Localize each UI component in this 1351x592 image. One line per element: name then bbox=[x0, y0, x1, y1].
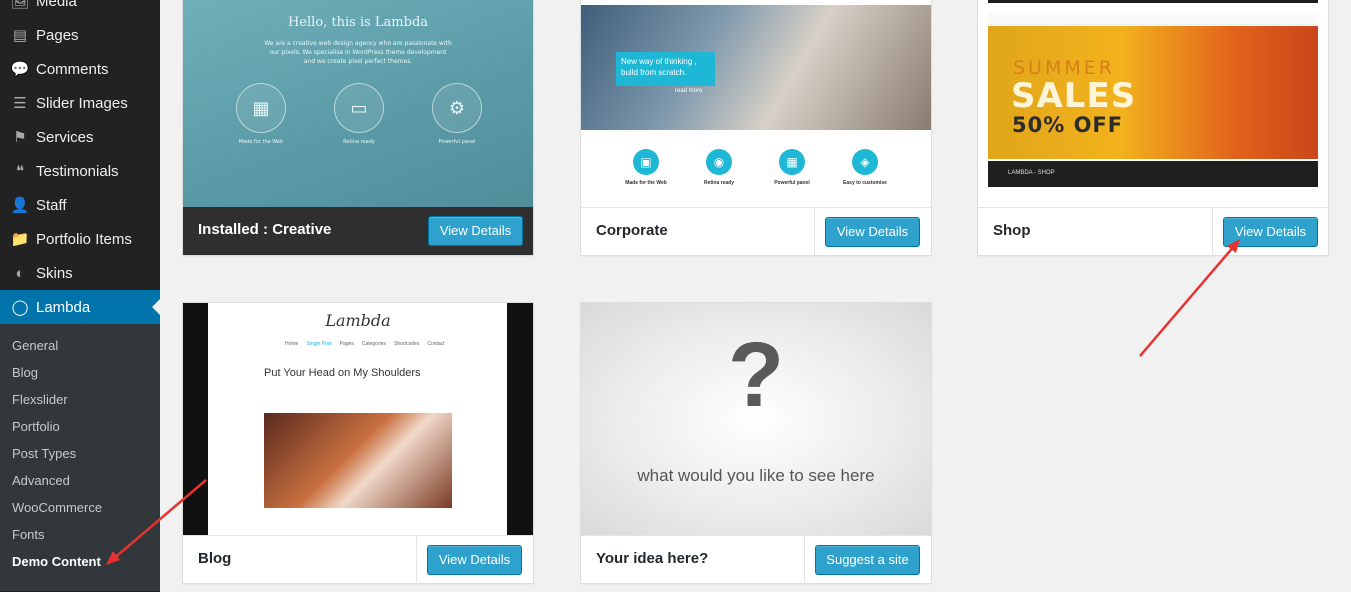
arrow-to-demo-content bbox=[106, 479, 207, 565]
arrow-to-shop-view-details bbox=[1139, 239, 1240, 357]
annotation-arrows bbox=[106, 239, 1240, 565]
